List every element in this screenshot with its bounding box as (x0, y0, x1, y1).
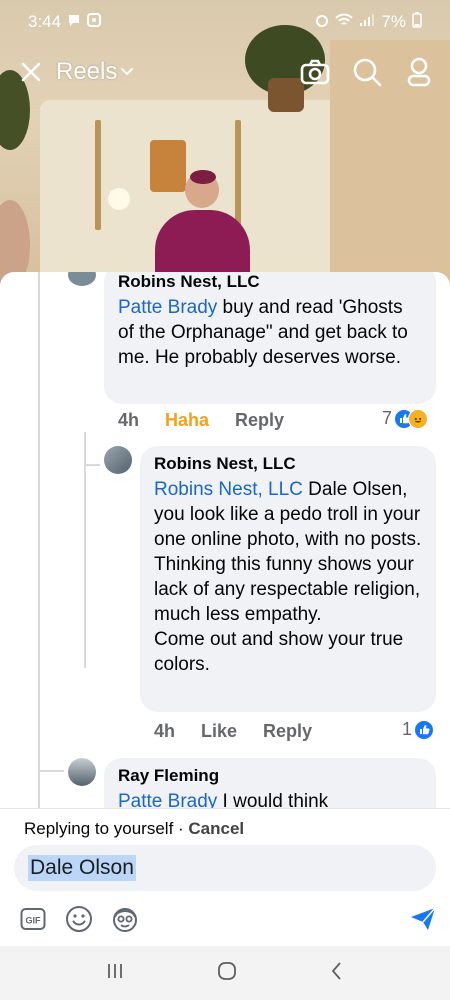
profile-icon[interactable] (402, 55, 436, 89)
thread-line (84, 432, 86, 668)
cancel-reply-button[interactable]: Cancel (188, 819, 244, 838)
haha-reaction-icon (408, 408, 429, 429)
status-time: 3:44 (28, 12, 62, 31)
reply-input[interactable]: Dale Olson (14, 845, 436, 891)
video-scene-candle (95, 120, 101, 230)
thread-line (84, 464, 100, 466)
replying-to-label: Replying to yourself · Cancel (24, 819, 244, 839)
gif-icon[interactable]: GIF (18, 904, 48, 934)
like-button[interactable]: Like (201, 721, 237, 742)
comment-time: 4h (118, 410, 140, 430)
chevron-down-icon[interactable] (117, 55, 137, 89)
comment-mention[interactable]: Robins Nest, LLC (154, 479, 303, 500)
comment-actions: 4h Haha Reply (118, 410, 284, 431)
status-bar: 3:44 7% (0, 0, 450, 44)
video-scene-panel (150, 140, 186, 192)
reels-header: Reels (0, 52, 450, 92)
svg-text:GIF: GIF (26, 916, 42, 926)
avatar[interactable] (68, 272, 96, 286)
comments-sheet[interactable]: Robins Nest, LLC Patte Brady buy and rea… (0, 272, 450, 812)
close-icon[interactable] (14, 55, 48, 89)
message-icon (67, 12, 81, 32)
comment-mention[interactable]: Patte Brady (118, 297, 217, 318)
avatar[interactable] (68, 758, 96, 786)
video-scene-candle (235, 120, 241, 230)
reaction-button[interactable]: Haha (165, 410, 209, 431)
reel-video[interactable]: 3:44 7% Reels (0, 0, 450, 290)
app-icon (87, 12, 102, 32)
battery-text: 7% (381, 12, 406, 31)
comment-time: 4h (154, 721, 176, 741)
back-icon[interactable] (329, 961, 345, 986)
signal-icon (359, 12, 375, 32)
avatar-sticker-icon[interactable] (110, 904, 140, 934)
replying-prefix: Replying to yourself · (24, 819, 189, 838)
comment-text: Robins Nest, LLC Dale Olsen, you look li… (154, 477, 422, 677)
composer-toolbar: GIF (18, 901, 438, 937)
alarm-icon (315, 12, 329, 32)
reply-input-value[interactable]: Dale Olson (28, 855, 136, 881)
comment-body: Dale Olsen, you look like a pedo troll i… (154, 479, 422, 675)
comment-author[interactable]: Robins Nest, LLC (154, 454, 422, 474)
reply-button[interactable]: Reply (235, 410, 284, 431)
reply-composer: Replying to yourself · Cancel Dale Olson… (0, 808, 450, 946)
comment-bubble[interactable]: Ray Fleming Patte Brady I would think (104, 758, 436, 812)
comment-author[interactable]: Robins Nest, LLC (118, 272, 422, 292)
comment-text: Patte Brady buy and read 'Ghosts of the … (118, 295, 422, 370)
reaction-count: 7 (382, 408, 393, 428)
video-scene-light (108, 188, 130, 210)
home-icon[interactable] (216, 960, 238, 987)
comment-author[interactable]: Ray Fleming (118, 766, 422, 786)
video-scene-priest-cap (190, 170, 216, 184)
like-reaction-icon (414, 719, 435, 740)
emoji-icon[interactable] (64, 904, 94, 934)
comment-bubble[interactable]: Robins Nest, LLC Robins Nest, LLC Dale O… (140, 446, 436, 712)
reels-title[interactable]: Reels (56, 58, 117, 86)
battery-icon (412, 11, 422, 33)
wifi-icon (335, 12, 354, 32)
comment-actions: 4h Like Reply (154, 721, 312, 742)
reply-button[interactable]: Reply (263, 721, 312, 742)
reaction-count: 1 (402, 719, 413, 739)
thread-line (38, 770, 64, 772)
search-icon[interactable] (350, 55, 384, 89)
recent-apps-icon[interactable] (105, 962, 125, 985)
system-nav-bar (0, 946, 450, 1000)
comment-bubble[interactable]: Robins Nest, LLC Patte Brady buy and rea… (104, 272, 436, 404)
reaction-summary[interactable]: 1 (402, 719, 435, 740)
send-icon[interactable] (408, 904, 438, 934)
avatar[interactable] (104, 446, 132, 474)
camera-icon[interactable] (298, 55, 332, 89)
reaction-summary[interactable]: 7 (382, 408, 429, 429)
thread-line (38, 272, 40, 812)
